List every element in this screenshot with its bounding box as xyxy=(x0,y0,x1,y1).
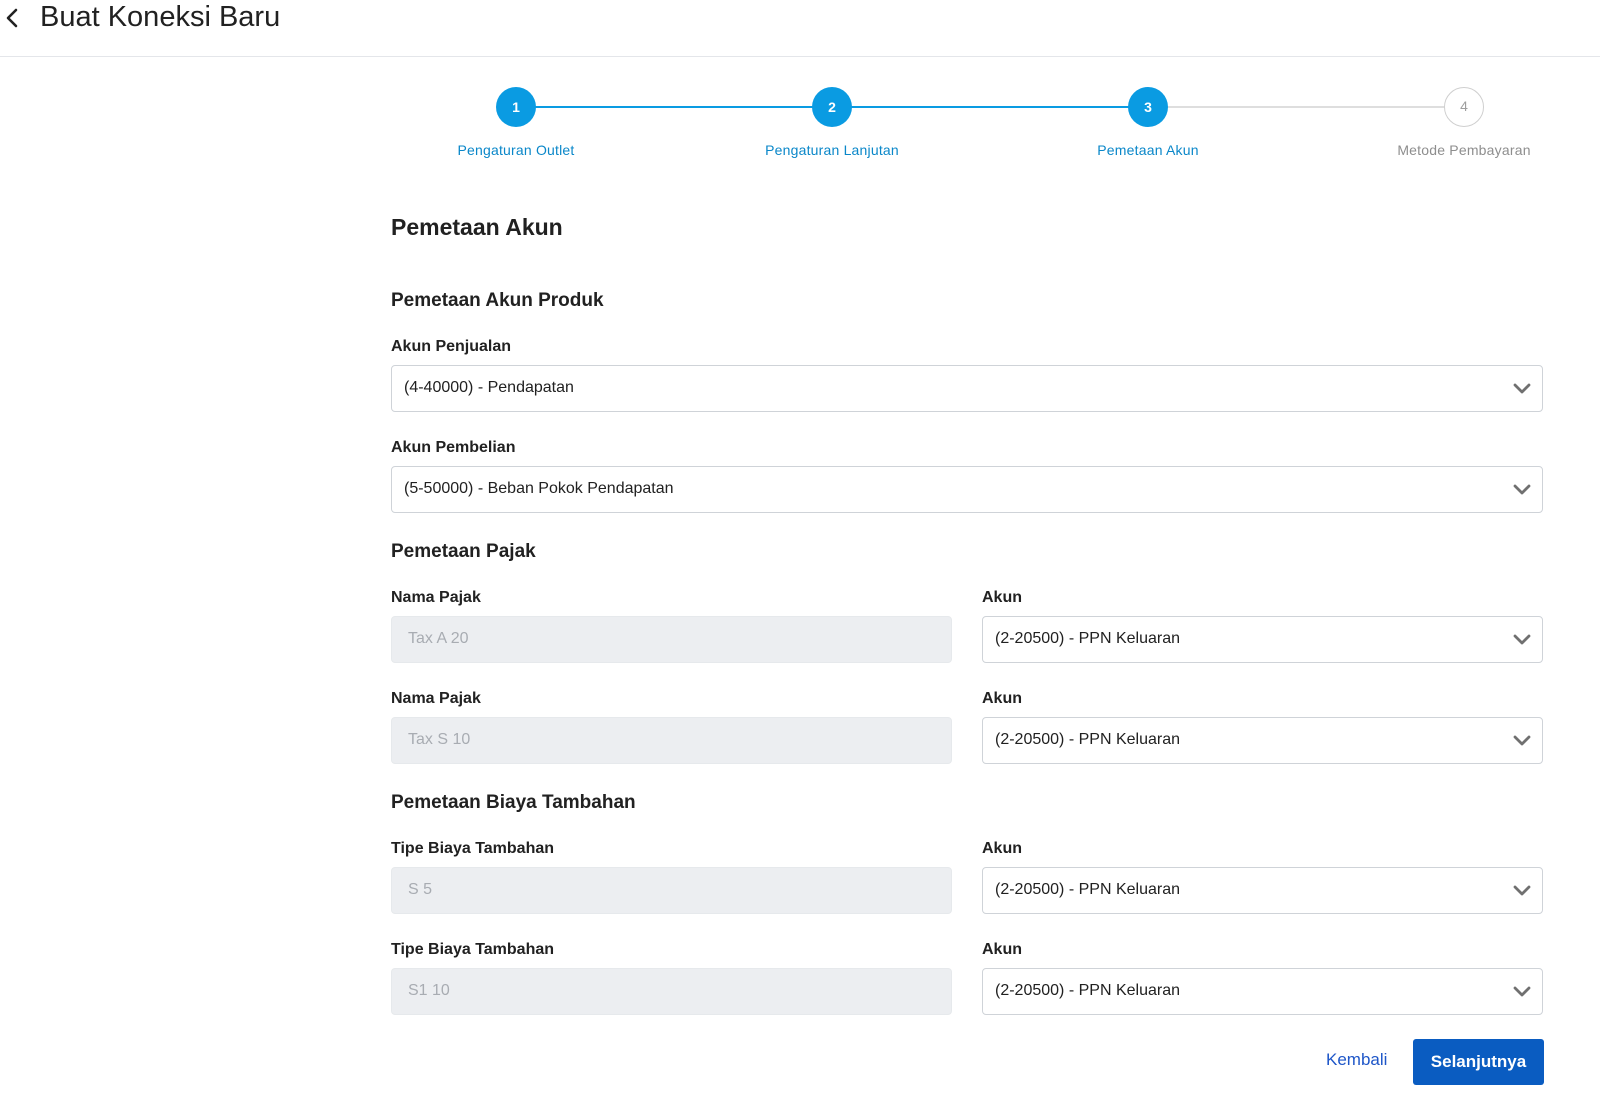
fee-type-field: S 5 xyxy=(391,867,952,914)
sales-account-value: (4-40000) - Pendapatan xyxy=(404,379,574,396)
tax-name-label: Nama Pajak xyxy=(391,690,481,707)
fee-type-label: Tipe Biaya Tambahan xyxy=(391,840,555,857)
header-bar: Buat Koneksi Baru xyxy=(0,0,1600,57)
tax-account-select[interactable]: (2-20500) - PPN Keluaran xyxy=(982,616,1543,663)
product-section-title: Pemetaan Akun Produk xyxy=(391,290,604,311)
fee-type-value: S 5 xyxy=(408,881,433,898)
page-title: Buat Koneksi Baru xyxy=(40,1,281,33)
tax-name-label: Nama Pajak xyxy=(391,589,481,606)
chevron-down-icon xyxy=(1513,484,1531,495)
fee-type-label: Tipe Biaya Tambahan xyxy=(391,941,555,958)
sales-account-label: Akun Penjualan xyxy=(391,338,512,355)
back-button[interactable] xyxy=(2,4,26,32)
tax-name-value: Tax A 20 xyxy=(408,630,469,647)
step-4-label: Metode Pembayaran xyxy=(1397,142,1531,158)
fee-section-title: Pemetaan Biaya Tambahan xyxy=(391,792,636,813)
step-2-label: Pengaturan Lanjutan xyxy=(765,142,899,158)
progress-stepper: 1 2 3 4 Pengaturan Outlet Pengaturan Lan… xyxy=(0,86,1600,166)
step-connector-3 xyxy=(1152,106,1463,108)
purchase-account-label: Akun Pembelian xyxy=(391,439,516,456)
fee-account-label: Akun xyxy=(982,941,1022,958)
tax-account-value: (2-20500) - PPN Keluaran xyxy=(995,731,1180,748)
fee-account-select[interactable]: (2-20500) - PPN Keluaran xyxy=(982,867,1543,914)
step-1-label: Pengaturan Outlet xyxy=(457,142,575,158)
chevron-left-icon xyxy=(6,8,18,28)
step-2-circle: 2 xyxy=(812,87,852,127)
tax-account-value: (2-20500) - PPN Keluaran xyxy=(995,630,1180,647)
purchase-account-select[interactable]: (5-50000) - Beban Pokok Pendapatan xyxy=(391,466,1543,513)
chevron-down-icon xyxy=(1513,735,1531,746)
fee-account-value: (2-20500) - PPN Keluaran xyxy=(995,982,1180,999)
fee-account-label: Akun xyxy=(982,840,1022,857)
step-1-circle: 1 xyxy=(496,87,536,127)
sales-account-select[interactable]: (4-40000) - Pendapatan xyxy=(391,365,1543,412)
step-3-label: Pemetaan Akun xyxy=(1097,142,1199,158)
form-title: Pemetaan Akun xyxy=(391,214,563,240)
next-button[interactable]: Selanjutnya xyxy=(1413,1039,1544,1085)
fee-account-select[interactable]: (2-20500) - PPN Keluaran xyxy=(982,968,1543,1015)
tax-account-label: Akun xyxy=(982,589,1022,606)
fee-account-value: (2-20500) - PPN Keluaran xyxy=(995,881,1180,898)
chevron-down-icon xyxy=(1513,986,1531,997)
purchase-account-value: (5-50000) - Beban Pokok Pendapatan xyxy=(404,480,674,497)
back-link-button[interactable]: Kembali xyxy=(1326,1050,1387,1070)
fee-type-value: S1 10 xyxy=(408,982,450,999)
fee-type-field: S1 10 xyxy=(391,968,952,1015)
step-connector-1 xyxy=(520,106,831,108)
tax-name-field: Tax A 20 xyxy=(391,616,952,663)
chevron-down-icon xyxy=(1513,885,1531,896)
step-3-circle: 3 xyxy=(1128,87,1168,127)
tax-account-label: Akun xyxy=(982,690,1022,707)
tax-name-value: Tax S 10 xyxy=(408,731,471,748)
chevron-down-icon xyxy=(1513,383,1531,394)
chevron-down-icon xyxy=(1513,634,1531,645)
step-connector-2 xyxy=(836,106,1147,108)
tax-name-field: Tax S 10 xyxy=(391,717,952,764)
step-4-circle: 4 xyxy=(1444,87,1484,127)
tax-account-select[interactable]: (2-20500) - PPN Keluaran xyxy=(982,717,1543,764)
tax-section-title: Pemetaan Pajak xyxy=(391,541,536,562)
